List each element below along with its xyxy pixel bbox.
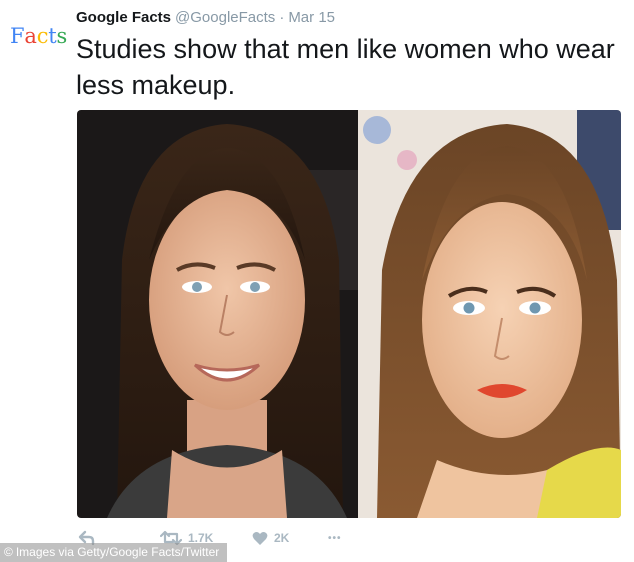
avatar-letter: s — [56, 24, 68, 48]
more-icon: ••• — [328, 532, 342, 544]
google-facts-avatar[interactable]: Facts — [10, 20, 68, 52]
author-name[interactable]: Google Facts — [76, 9, 171, 26]
author-handle[interactable]: @GoogleFacts — [175, 9, 275, 26]
separator-dot: · — [279, 9, 285, 26]
no-makeup-photo[interactable] — [77, 110, 358, 518]
like-button[interactable]: 2K — [252, 531, 328, 546]
makeup-photo[interactable] — [358, 110, 621, 518]
credit-text: Images via Getty/Google Facts/Twitter — [15, 545, 220, 559]
avatar-letter: c — [36, 24, 49, 48]
tweet-text: Studies show that men like women who wea… — [76, 34, 615, 100]
avatar-letter: F — [10, 24, 25, 48]
avatar-letter: a — [24, 24, 37, 48]
heart-icon — [252, 531, 268, 545]
more-button[interactable]: ••• — [328, 533, 342, 544]
like-count: 2K — [274, 531, 290, 545]
tweet-date[interactable]: Mar 15 — [288, 9, 335, 26]
copyright-icon: © — [4, 545, 13, 559]
tweet-media[interactable] — [77, 110, 621, 518]
tweet-header: Google Facts @GoogleFacts · Mar 15 — [76, 8, 335, 28]
image-credit: © Images via Getty/Google Facts/Twitter — [0, 543, 228, 562]
avatar-letter: t — [48, 24, 57, 48]
